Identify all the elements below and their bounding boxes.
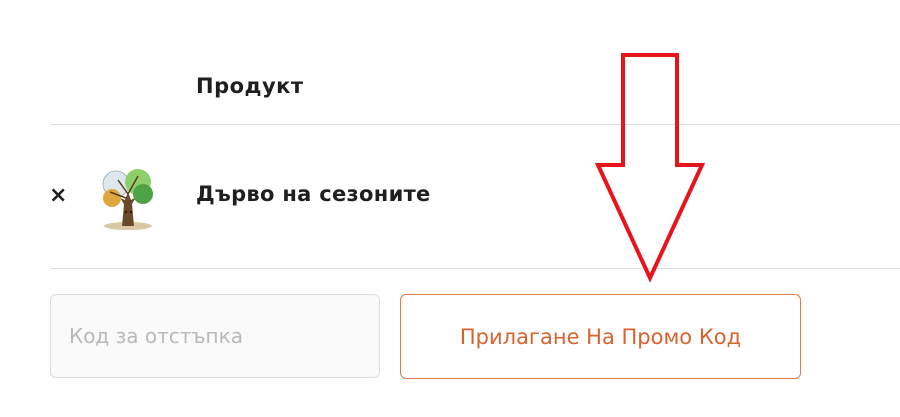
red-down-arrow-icon [594,53,706,283]
apply-coupon-button[interactable]: Прилагане На Промо Код [400,294,801,379]
remove-item-button[interactable]: × [49,181,67,211]
product-thumbnail[interactable] [98,162,158,232]
product-column-header: Продукт [196,74,304,98]
table-divider-bottom [50,268,900,269]
table-divider-top [50,124,900,125]
cart-page: Продукт × Дърво на сезоните Прилагане Н [0,0,900,417]
product-name[interactable]: Дърво на сезоните [196,182,431,206]
coupon-code-input[interactable] [50,294,380,378]
